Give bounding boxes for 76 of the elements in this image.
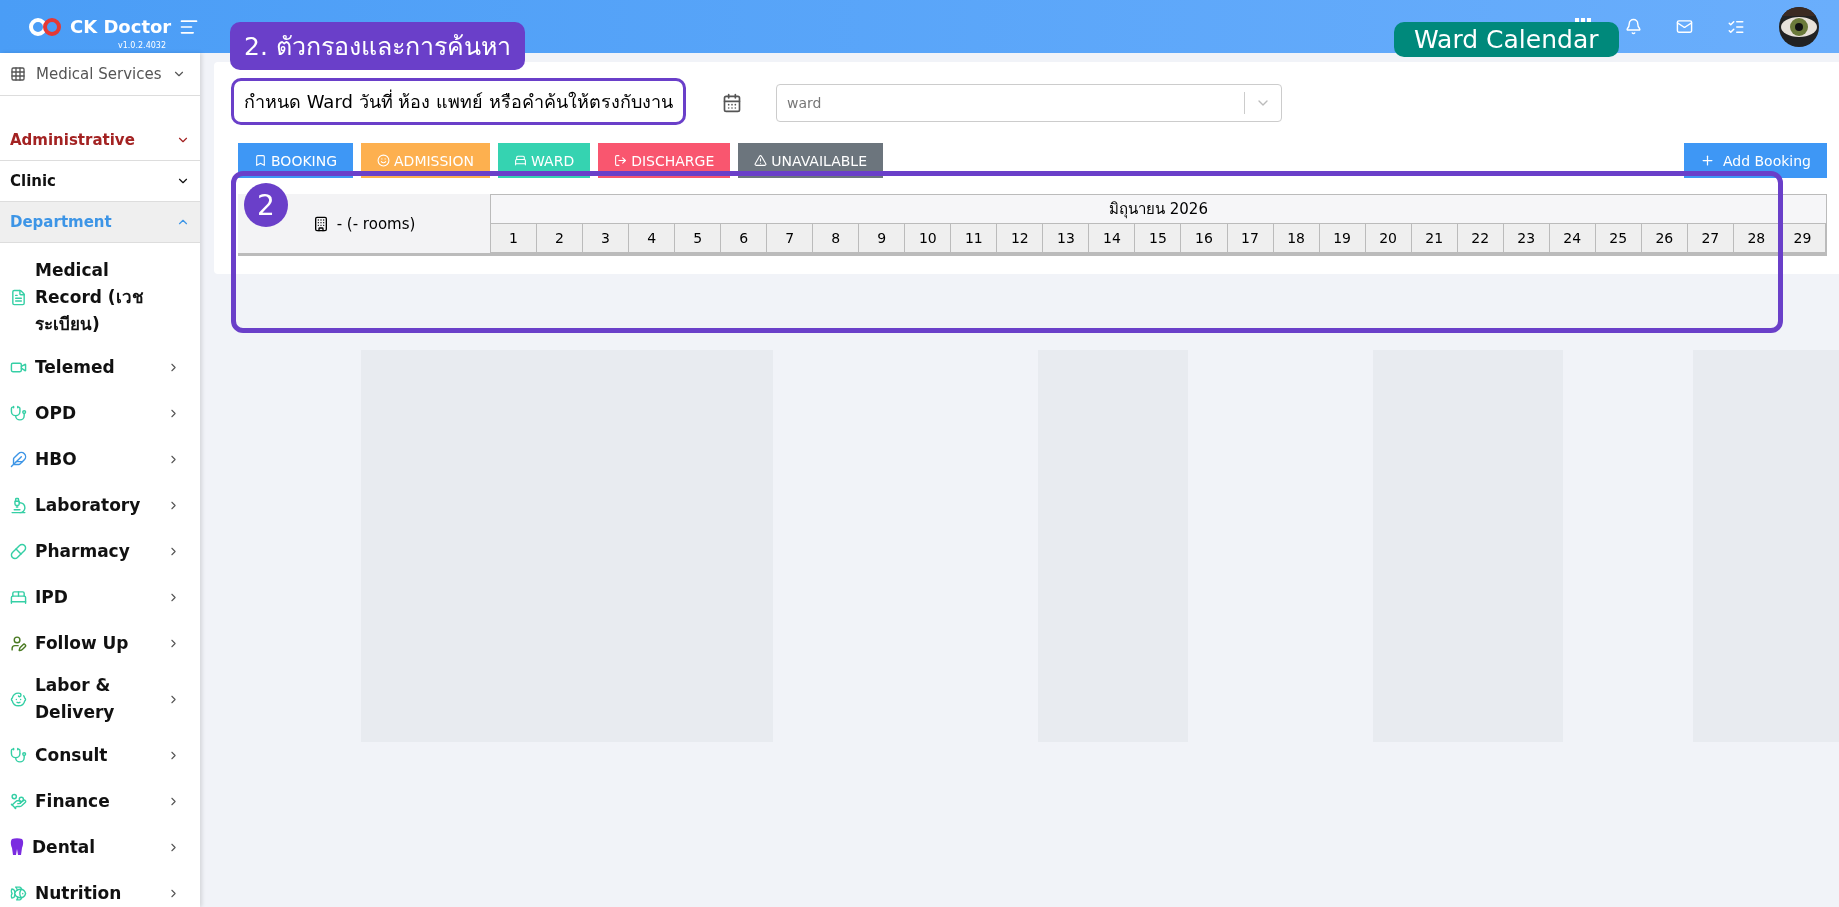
calendar-icon[interactable]	[722, 93, 742, 113]
service-switcher[interactable]: Medical Services	[0, 53, 200, 96]
day-cell: 27	[1687, 224, 1734, 252]
fish-icon	[10, 884, 27, 902]
day-cell: 21	[1411, 224, 1458, 252]
sidebar-item[interactable]: Laboratory	[0, 482, 200, 528]
day-cell: 18	[1273, 224, 1320, 252]
sidebar-item[interactable]: Consult	[0, 732, 200, 778]
sidebar-item[interactable]: Labor & Delivery	[0, 666, 200, 732]
day-cell: 2	[537, 224, 584, 252]
day-cell: 1	[491, 224, 538, 252]
hand-icon	[10, 792, 27, 810]
sidebar-item[interactable]: Telemed	[0, 344, 200, 390]
day-cell: 25	[1595, 224, 1642, 252]
annotation-label: 2. ตัวกรองและการค้นหา	[230, 22, 525, 70]
ward-icon	[514, 154, 527, 167]
booking-icon	[254, 154, 267, 167]
sidebar-item[interactable]: Medical Record (เวชระเบียน)	[0, 251, 200, 344]
sidebar-item[interactable]: Nutrition	[0, 870, 200, 907]
ward-label: - (- rooms)	[336, 214, 416, 233]
day-cell: 12	[997, 224, 1044, 252]
user-icon	[10, 634, 27, 652]
brand-name: CK Doctor	[70, 16, 172, 37]
day-cell: 6	[721, 224, 768, 252]
day-cell: 22	[1457, 224, 1504, 252]
day-cell: 15	[1135, 224, 1182, 252]
sidebar-item[interactable]: OPD	[0, 390, 200, 436]
day-cell: 5	[675, 224, 722, 252]
stethoscope-icon	[10, 746, 27, 764]
sidebar-item[interactable]: HBO	[0, 436, 200, 482]
discharge-icon	[614, 154, 628, 167]
plus-icon	[1699, 153, 1715, 168]
sidebar-section[interactable]: Clinic	[0, 161, 200, 202]
day-cell: 26	[1641, 224, 1688, 252]
day-cell: 19	[1319, 224, 1366, 252]
sidebar-item[interactable]: IPD	[0, 574, 200, 620]
grid-icon	[10, 66, 26, 82]
day-cell: 9	[859, 224, 906, 252]
bed-icon	[10, 588, 27, 606]
sidebar-item[interactable]: Finance	[0, 778, 200, 824]
apps-icon[interactable]	[1575, 17, 1591, 22]
admission-icon	[377, 154, 391, 167]
stethoscope-icon	[10, 404, 27, 422]
mail-icon[interactable]	[1676, 18, 1693, 35]
day-cell: 28	[1733, 224, 1780, 252]
sidebar-item[interactable]: Dental	[0, 824, 200, 870]
day-cell: 23	[1503, 224, 1550, 252]
day-cell: 24	[1549, 224, 1596, 252]
notification-icon[interactable]	[1625, 18, 1642, 35]
building-icon	[312, 215, 329, 232]
version-label: v1.0.2.4032	[118, 41, 166, 50]
logo-icon	[28, 16, 62, 37]
ward-select[interactable]: ward	[776, 84, 1282, 122]
unavailable-icon	[754, 154, 768, 167]
file-icon	[10, 289, 27, 306]
annotation-label: Ward Calendar	[1394, 22, 1619, 57]
day-cell: 13	[1043, 224, 1090, 252]
day-cell: 3	[583, 224, 630, 252]
day-cell: 8	[813, 224, 860, 252]
sidebar-item[interactable]: Pharmacy	[0, 528, 200, 574]
sidebar-section[interactable]: Administrative	[0, 120, 200, 161]
month-header: มิถุนายน 2026	[491, 195, 1826, 224]
feather-icon	[10, 450, 27, 468]
day-cell: 7	[767, 224, 814, 252]
day-cell: 11	[951, 224, 998, 252]
annotation-callout: กำหนด Ward วันที่ ห้อง แพทย์ หรือคำค้นให้ตรงกับงาน	[231, 78, 686, 125]
day-cell: 20	[1365, 224, 1412, 252]
day-cell: 4	[629, 224, 676, 252]
baby-icon	[10, 690, 27, 708]
day-cell: 10	[905, 224, 952, 252]
day-cell: 14	[1089, 224, 1136, 252]
tooth-icon	[10, 838, 24, 856]
day-cell: 17	[1227, 224, 1274, 252]
microscope-icon	[10, 496, 27, 514]
sidebar-item[interactable]: Follow Up	[0, 620, 200, 666]
day-cell: 16	[1181, 224, 1228, 252]
